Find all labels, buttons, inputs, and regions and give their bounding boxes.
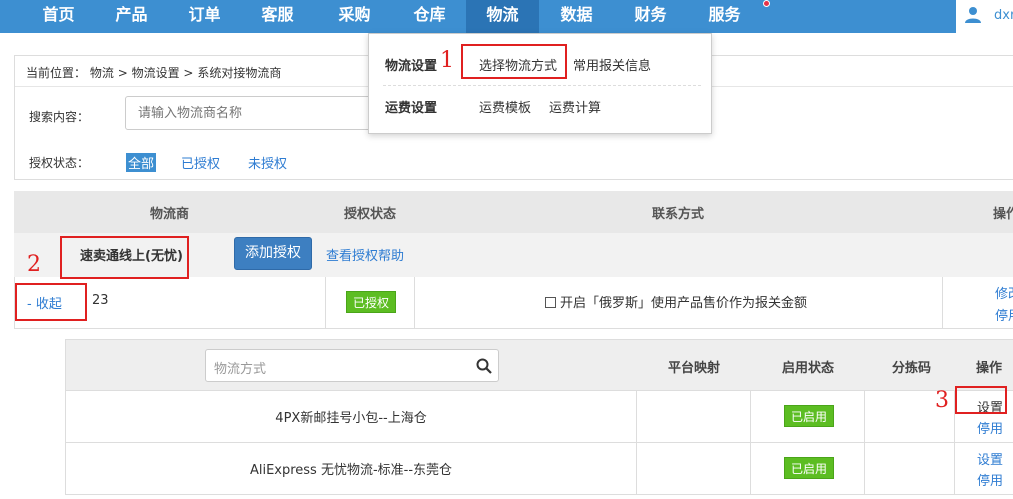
divider xyxy=(414,277,415,329)
divider xyxy=(864,443,865,495)
shipping-methods-table: 物流方式 平台映射 启用状态 分拣码 操作 4PX新邮挂号小包--上海仓 已启用… xyxy=(65,339,1013,499)
column-header-auth-status: 授权状态 xyxy=(344,207,397,222)
user-icon xyxy=(965,7,981,23)
notification-dot xyxy=(763,0,770,7)
column-header-provider: 物流商 xyxy=(150,207,190,222)
column-header-contact: 联系方式 xyxy=(652,207,705,222)
column-header-platform-mapping: 平台映射 xyxy=(668,361,721,376)
add-authorization-button[interactable]: 添加授权 xyxy=(234,237,312,270)
status-badge: 已启用 xyxy=(784,405,835,427)
nav-services[interactable]: 服务 xyxy=(688,0,761,33)
user-name: dxr xyxy=(994,8,1013,23)
divider xyxy=(325,277,326,329)
column-header-actions: 操作 xyxy=(976,361,1003,376)
checkbox[interactable] xyxy=(545,297,556,308)
divider xyxy=(864,391,865,443)
nav-finance[interactable]: 财务 xyxy=(614,0,687,33)
breadcrumb-item[interactable]: 物流 xyxy=(90,66,114,80)
nav-products[interactable]: 产品 xyxy=(95,0,168,33)
column-header-enabled-status: 启用状态 xyxy=(782,361,835,376)
search-icon[interactable] xyxy=(475,357,493,375)
annotation-box xyxy=(955,386,1007,414)
divider xyxy=(954,443,955,495)
annotation-number: 1 xyxy=(440,48,454,73)
method-name: 4PX新邮挂号小包--上海仓 xyxy=(275,411,427,426)
breadcrumb-prefix: 当前位置： xyxy=(26,66,87,80)
breadcrumb-separator: > xyxy=(117,66,128,80)
method-count: 23 xyxy=(92,293,109,308)
settings-link[interactable]: 设置 xyxy=(977,449,1003,468)
annotation-number: 2 xyxy=(27,252,41,277)
search-input[interactable] xyxy=(125,96,385,130)
method-search-placeholder: 物流方式 xyxy=(214,362,267,377)
declare-price-label: 开启「俄罗斯」使用产品售价作为报关金额 xyxy=(560,296,808,311)
breadcrumb-item[interactable]: 物流设置 xyxy=(132,66,180,80)
annotation-box xyxy=(60,236,189,279)
breadcrumb: 当前位置： 物流 > 物流设置 > 系统对接物流商 xyxy=(26,64,281,81)
column-header-actions: 操作 xyxy=(993,207,1013,222)
divider xyxy=(383,85,701,86)
nav-orders[interactable]: 订单 xyxy=(168,0,241,33)
authorization-help-link[interactable]: 查看授权帮助 xyxy=(326,245,404,264)
divider xyxy=(942,277,943,329)
divider xyxy=(636,391,637,443)
menu-item-freight-template[interactable]: 运费模板 xyxy=(479,97,531,116)
annotation-box xyxy=(15,283,87,321)
user-menu[interactable]: dxr xyxy=(956,0,1013,33)
nav-warehouse[interactable]: 仓库 xyxy=(393,0,466,33)
table-row: AliExpress 无忧物流-标准--东莞仓 已启用 设置 停用 xyxy=(65,443,1013,495)
nav-purchasing[interactable]: 采购 xyxy=(318,0,391,33)
annotation-box xyxy=(461,44,567,79)
menu-item-customs-info[interactable]: 常用报关信息 xyxy=(573,55,651,74)
auth-filter-unauthorized[interactable]: 未授权 xyxy=(248,153,287,172)
menu-item-freight-calculator[interactable]: 运费计算 xyxy=(549,97,601,116)
nav-data[interactable]: 数据 xyxy=(540,0,613,33)
auth-filter-authorized[interactable]: 已授权 xyxy=(181,153,220,172)
nav-customer-service[interactable]: 客服 xyxy=(241,0,314,33)
method-search-box[interactable]: 物流方式 xyxy=(205,349,499,382)
edit-link[interactable]: 修改 xyxy=(995,283,1013,302)
annotation-number: 3 xyxy=(935,388,949,413)
divider xyxy=(750,391,751,443)
top-nav: 首页 产品 订单 客服 采购 仓库 物流 数据 财务 服务 dxr xyxy=(0,0,1013,33)
breadcrumb-separator: > xyxy=(183,66,194,80)
disable-link[interactable]: 停用 xyxy=(977,470,1003,489)
nav-logistics[interactable]: 物流 xyxy=(466,0,539,33)
status-badge: 已启用 xyxy=(784,457,835,479)
column-header-sort-code: 分拣码 xyxy=(892,361,932,376)
table-header: 物流商 授权状态 联系方式 操作 xyxy=(14,191,1013,233)
auth-filter-all[interactable]: 全部 xyxy=(126,153,157,172)
disable-link[interactable]: 停用 xyxy=(977,418,1003,437)
method-name: AliExpress 无忧物流-标准--东莞仓 xyxy=(249,463,453,478)
auth-status-label: 授权状态： xyxy=(29,156,90,170)
search-label: 搜索内容： xyxy=(29,110,90,124)
dropdown-group-title: 物流设置 xyxy=(385,59,438,74)
table-row: - 收起 23 已授权 开启「俄罗斯」使用产品售价作为报关金额 修改 停用 xyxy=(14,277,1013,329)
status-badge: 已授权 xyxy=(346,291,397,313)
nav-home[interactable]: 首页 xyxy=(22,0,95,33)
divider xyxy=(750,443,751,495)
table-row: 4PX新邮挂号小包--上海仓 已启用 设置 停用 xyxy=(65,391,1013,443)
dropdown-group-title: 运费设置 xyxy=(385,101,438,116)
divider xyxy=(636,443,637,495)
disable-link[interactable]: 停用 xyxy=(995,305,1013,324)
declare-price-option[interactable]: 开启「俄罗斯」使用产品售价作为报关金额 xyxy=(545,292,807,311)
subtable-header: 物流方式 平台映射 启用状态 分拣码 操作 xyxy=(65,339,1013,391)
breadcrumb-item: 系统对接物流商 xyxy=(197,66,282,80)
